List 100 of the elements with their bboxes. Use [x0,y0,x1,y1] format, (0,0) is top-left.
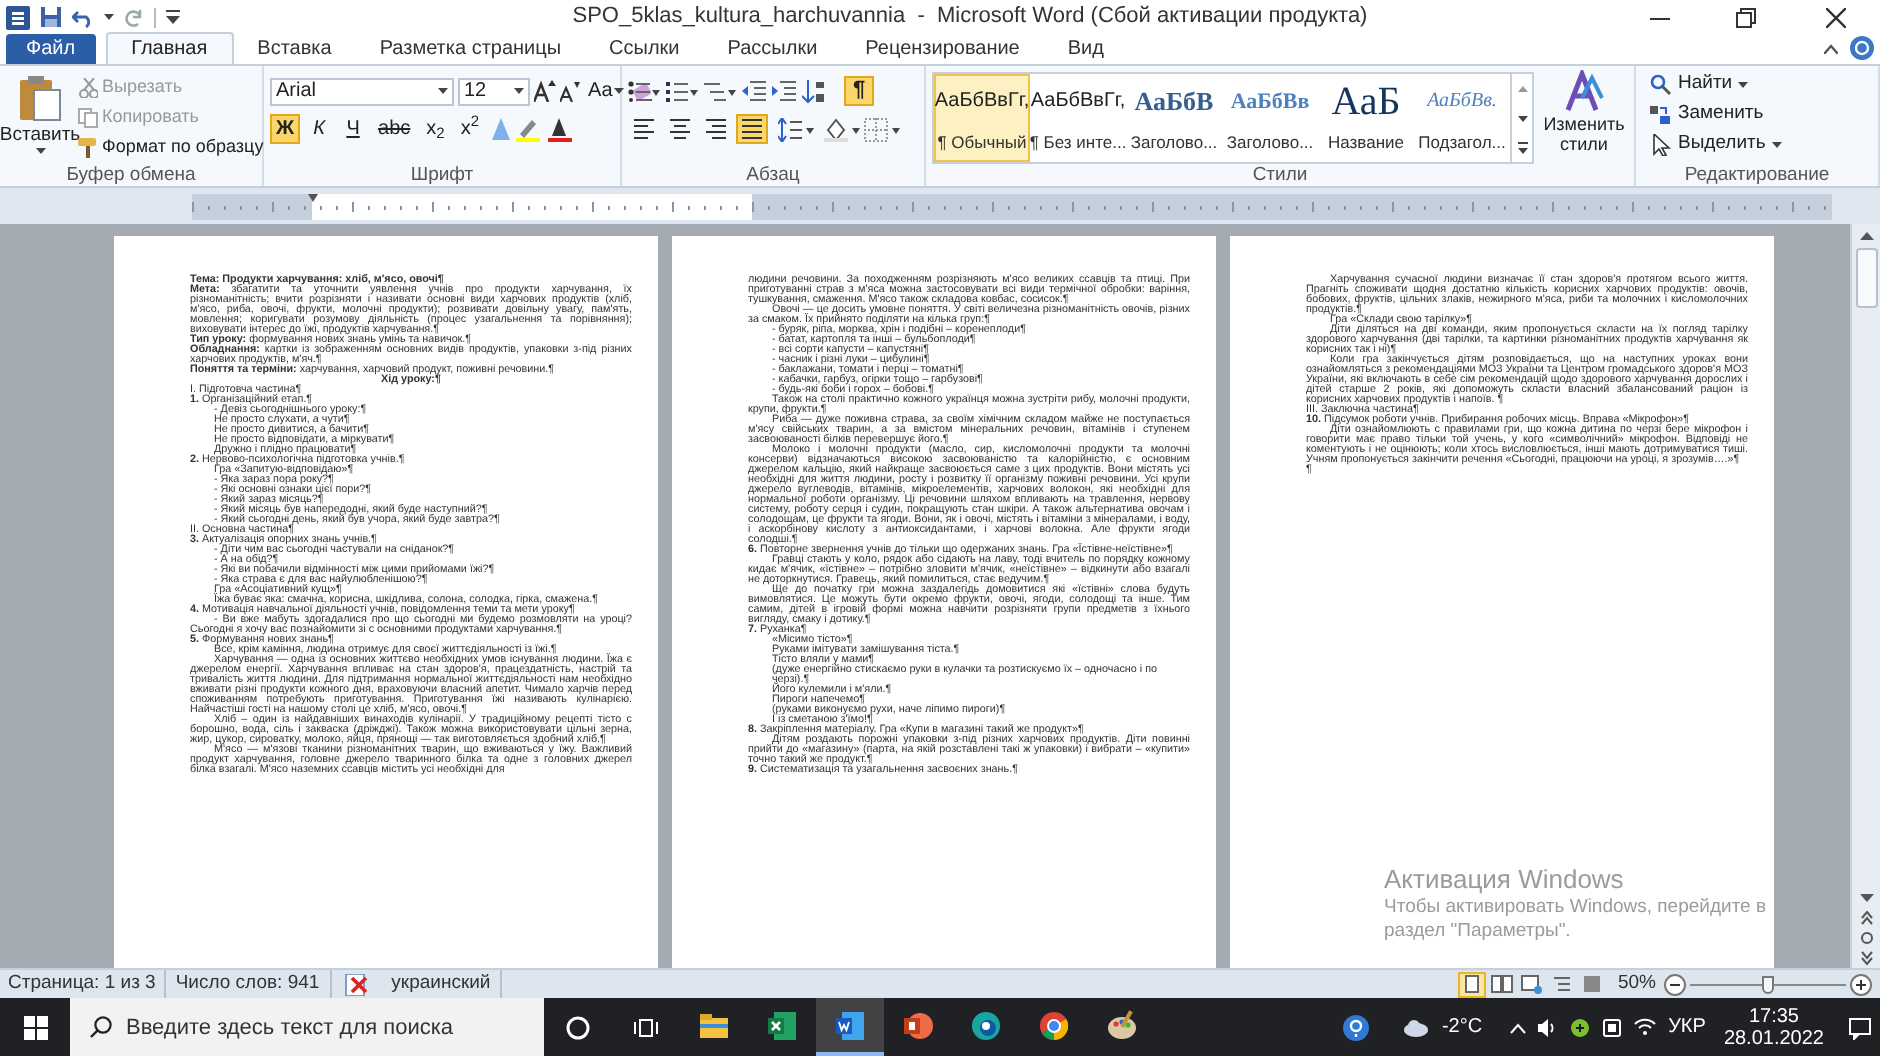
increase-indent-icon[interactable] [772,80,796,102]
align-icon [738,116,766,142]
zoom-out-icon[interactable] [1664,973,1686,995]
caret-icon [35,148,45,154]
style-option[interactable]: АаБбВв. Подзагол... [1414,74,1510,162]
style-option[interactable]: АаБбВвГг, ¶ Без инте... [1030,74,1126,162]
editing-command[interactable]: Найти [1650,70,1749,98]
ribbon-tab[interactable]: Главная [105,32,234,64]
save-icon[interactable] [40,6,62,28]
keyboard-language[interactable]: УКР [1668,1012,1706,1042]
activation-message: Чтобы активировать Windows, перейдите в раздел "Параметры". [1384,896,1769,944]
view-icon [1579,972,1604,996]
app-icon[interactable] [6,5,30,29]
line-spacing-icon[interactable] [778,117,814,141]
format-button[interactable]: abc [372,114,417,144]
view-reading-button[interactable] [1487,971,1516,997]
grow-font-icon[interactable] [534,80,556,102]
sort-icon[interactable] [802,79,826,103]
ruler[interactable] [192,193,1832,219]
slider-thumb[interactable] [1762,975,1774,993]
format-button[interactable]: Ж [270,114,301,144]
spelling-check-icon[interactable] [343,973,370,995]
zoom-in-icon[interactable] [1850,973,1872,995]
multilevel-list-icon[interactable] [704,80,736,102]
close-icon[interactable] [1825,7,1845,27]
borders-icon[interactable] [864,117,900,141]
gallery-scrollbar[interactable] [1510,74,1532,162]
browser-icon [970,1009,1002,1041]
weather-temperature[interactable]: -2°C [1441,1012,1483,1042]
scroll-thumb[interactable] [1855,248,1877,308]
cloud-icon[interactable] [1401,1017,1430,1037]
font-color-icon[interactable] [547,117,576,141]
view-web-button[interactable] [1517,971,1546,997]
format-button[interactable]: x$^{2}$ [454,114,486,144]
font-family-field[interactable]: Arial [270,77,454,105]
shrink-font-icon[interactable] [560,81,580,101]
editing-command[interactable]: Заменить [1650,100,1764,128]
notification-icon[interactable] [1848,1015,1872,1039]
next-page-icon[interactable] [1857,948,1875,968]
ribbon-tab[interactable]: Разметка страницы [355,32,586,64]
format-button[interactable]: К [304,114,335,144]
cursor-icon [1650,133,1672,155]
ribbon-tab[interactable]: Ссылки [585,32,704,64]
align-justify-button[interactable] [736,114,768,144]
previous-page-icon[interactable] [1857,908,1875,928]
windows-start-icon[interactable] [23,1015,47,1039]
ribbon-command[interactable]: Формат по образцу [78,134,264,160]
status-icon[interactable] [1570,1017,1591,1037]
replace-icon [1650,103,1672,125]
group-label: Стили [1252,164,1308,186]
view-print-button[interactable] [1457,971,1486,997]
change-case-button[interactable]: Аа [584,76,629,106]
device-icon[interactable] [1602,1017,1623,1037]
search-field[interactable]: Введите здесь текст для поиска [70,998,544,1056]
scrollbar[interactable] [1850,224,1880,968]
restore-icon[interactable] [1735,7,1755,27]
editing-command[interactable]: Выделить [1650,130,1782,158]
style-option[interactable]: АаБбВв Заголово... [1222,74,1318,162]
shading-icon[interactable] [824,117,860,141]
clock-time[interactable]: 17:35 [1748,1005,1799,1027]
decrease-indent-icon[interactable] [742,80,766,102]
file-tab[interactable]: Файл [6,34,96,64]
binoculars-icon [1650,73,1672,95]
browser-icon [1038,1009,1070,1041]
align-center-button[interactable] [664,114,696,144]
align-left-button[interactable] [628,114,660,144]
speaker-icon[interactable] [1538,1017,1559,1037]
style-option[interactable]: АаБбВвГг, ¶ Обычный [934,74,1030,162]
wifi-icon[interactable] [1634,1018,1657,1036]
style-option[interactable]: АаБ Название [1318,74,1414,162]
zoom-slider[interactable] [1690,973,1846,995]
change-styles-button[interactable]: Изменить стили [1538,70,1630,164]
format-button[interactable]: x$_{2}$ [420,114,451,144]
caret-icon [514,88,524,94]
style-option[interactable]: АаБбВ Заголово... [1126,74,1222,162]
bullets-icon[interactable] [628,80,660,102]
group-label: Буфер обмена [66,163,196,185]
taskbar-app[interactable] [816,998,884,1056]
numbering-icon[interactable] [666,80,698,102]
collapse-icon[interactable] [1824,43,1838,53]
zoom-level[interactable]: 50% [1617,969,1656,999]
circle-icon[interactable] [566,1015,590,1039]
clock-date[interactable]: 28.01.2022 [1723,1027,1824,1049]
font-size-field[interactable]: 12 [458,77,530,105]
ribbon-tab[interactable]: Рецензирование [841,32,1044,64]
ribbon-tab[interactable]: Рассылки [703,32,842,64]
customize-icon[interactable] [166,10,180,24]
chevron-up-icon[interactable] [1510,1021,1527,1033]
task-view-icon[interactable] [634,1015,658,1039]
browse-object-icon[interactable] [1857,928,1875,948]
palette-icon [1106,1009,1138,1041]
undo-icon[interactable] [72,7,94,27]
caret-icon [1738,81,1749,87]
help-icon[interactable] [1341,1013,1370,1041]
format-button[interactable]: Ч [338,114,369,144]
align-right-button[interactable] [700,114,732,144]
ribbon-tab[interactable]: Вставка [233,32,356,64]
caret-icon [1771,141,1782,147]
show-marks-button[interactable]: ¶ [844,76,874,106]
ribbon-tab[interactable]: Вид [1043,32,1128,64]
